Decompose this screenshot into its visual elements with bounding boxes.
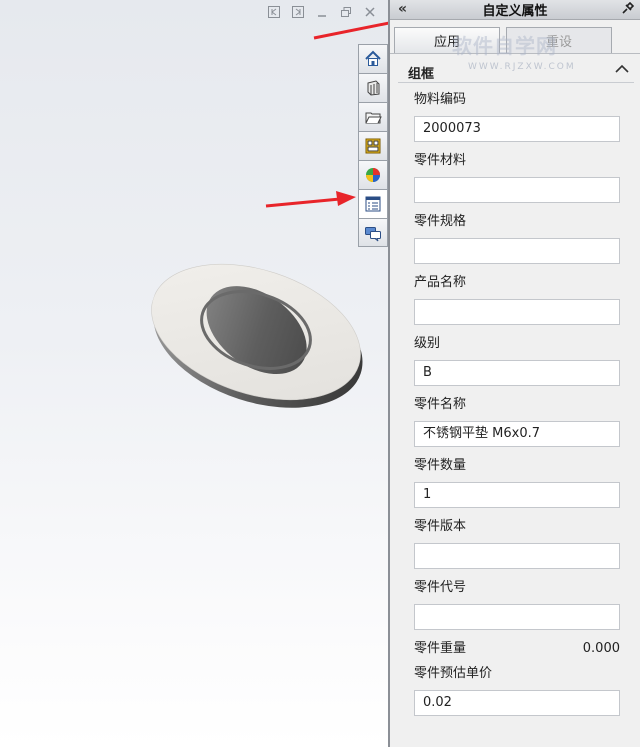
field-label: 物料编码 — [414, 92, 467, 107]
part-weight-value: 0.000 — [582, 641, 620, 656]
field-label: 级别 — [414, 336, 441, 351]
tile-right-icon[interactable] — [290, 6, 306, 22]
field-label: 零件重量 — [414, 641, 467, 656]
appearance-icon — [366, 168, 380, 182]
part-version-input[interactable] — [414, 543, 620, 569]
tab-file-explorer[interactable] — [358, 102, 388, 131]
product-name-input[interactable] — [414, 299, 620, 325]
field-label: 零件版本 — [414, 519, 467, 534]
part-name-input[interactable]: 不锈钢平垫 M6x0.7 — [414, 421, 620, 447]
part-library-icon — [367, 80, 380, 96]
field-label: 零件规格 — [414, 214, 467, 229]
panel-header: « 自定义属性 — [390, 0, 640, 20]
group-title: 组框 — [408, 67, 435, 82]
custom-properties-icon — [365, 196, 381, 212]
reset-button[interactable]: 重设 — [506, 27, 612, 53]
apply-button[interactable]: 应用 — [394, 27, 500, 53]
graphics-viewport[interactable] — [0, 0, 388, 747]
tile-left-icon[interactable] — [266, 6, 282, 22]
chevron-up-icon[interactable] — [614, 62, 630, 76]
task-pane-tabs — [358, 44, 388, 247]
field-label: 零件代号 — [414, 580, 467, 595]
field-label: 零件名称 — [414, 397, 467, 412]
part-quantity-input[interactable]: 1 — [414, 482, 620, 508]
part-weight-row: 零件重量 0.000 — [414, 639, 620, 659]
custom-properties-panel: « 自定义属性 应用 重设 组框 物料编码 2000073 零件材料 零件规格 … — [388, 0, 640, 747]
tab-custom-properties[interactable] — [358, 189, 388, 218]
forum-icon — [365, 226, 381, 241]
property-fields: 物料编码 2000073 零件材料 零件规格 产品名称 级别 B 零件名称 不锈… — [390, 90, 640, 716]
part-material-input[interactable] — [414, 177, 620, 203]
red-arrow-to-tab — [265, 191, 356, 208]
tab-home[interactable] — [358, 44, 388, 73]
part-code-input[interactable] — [414, 604, 620, 630]
unit-price-input[interactable]: 0.02 — [414, 690, 620, 716]
field-label: 产品名称 — [414, 275, 467, 290]
tab-design-library[interactable] — [358, 73, 388, 102]
washer-model[interactable] — [148, 262, 368, 412]
field-label: 零件数量 — [414, 458, 467, 473]
panel-title: 自定义属性 — [482, 4, 548, 19]
tab-view-palette[interactable] — [358, 131, 388, 160]
grade-input[interactable]: B — [414, 360, 620, 386]
pin-icon[interactable] — [620, 2, 634, 16]
field-label: 零件材料 — [414, 153, 467, 168]
group-box-header[interactable]: 组框 — [390, 56, 640, 86]
action-buttons: 应用 重设 — [390, 20, 640, 54]
home-icon — [365, 50, 381, 66]
tab-appearances[interactable] — [358, 160, 388, 189]
field-label: 零件预估单价 — [414, 666, 493, 681]
view-palette-icon — [365, 138, 381, 154]
material-code-input[interactable]: 2000073 — [414, 116, 620, 142]
part-spec-input[interactable] — [414, 238, 620, 264]
folder-icon — [365, 112, 382, 124]
collapse-panel-icon[interactable]: « — [398, 0, 407, 18]
tab-solidworks-forum[interactable] — [358, 218, 388, 247]
